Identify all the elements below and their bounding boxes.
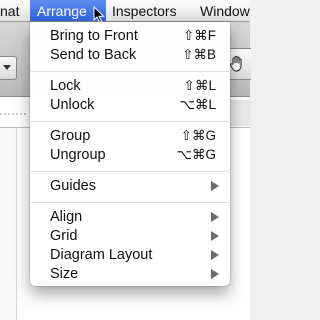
menu-item-align[interactable]: Align xyxy=(30,207,230,227)
arrange-menu: Bring to Front ⇧⌘F Send to Back ⇧⌘B Lock… xyxy=(30,22,230,286)
menu-separator xyxy=(31,202,229,203)
menu-item-shortcut: ⇧⌘G xyxy=(180,128,216,143)
menu-item-diagram-layout[interactable]: Diagram Layout xyxy=(30,245,230,265)
menu-window[interactable]: Window xyxy=(200,0,250,21)
ruler-ticks xyxy=(0,113,28,115)
menu-item-ungroup[interactable]: Ungroup ⌥⌘G xyxy=(30,145,230,165)
menu-separator xyxy=(31,71,229,72)
menu-item-label: Grid xyxy=(50,228,78,244)
submenu-arrow-icon xyxy=(211,181,219,191)
menu-item-shortcut: ⌥⌘G xyxy=(176,147,216,162)
menu-bar: nat Arrange Inspectors Window xyxy=(0,0,250,22)
menu-item-label: Diagram Layout xyxy=(50,247,153,263)
ruler-corner xyxy=(228,100,251,126)
menu-item-label: Lock xyxy=(50,78,81,94)
submenu-arrow-icon xyxy=(211,212,219,222)
menu-inspectors[interactable]: Inspectors xyxy=(112,0,177,21)
menu-item-label: Send to Back xyxy=(50,47,137,63)
toolbar-popup-button[interactable] xyxy=(0,56,17,80)
menu-item-shortcut: ⌥⌘L xyxy=(179,97,216,112)
menu-separator xyxy=(31,121,229,122)
menu-item-bring-to-front[interactable]: Bring to Front ⇧⌘F xyxy=(30,26,230,46)
menu-item-shortcut: ⇧⌘F xyxy=(182,28,216,43)
menu-item-label: Bring to Front xyxy=(50,28,138,44)
menu-format[interactable]: nat xyxy=(0,0,23,21)
arrow-cursor-icon xyxy=(93,6,105,24)
hand-icon xyxy=(230,56,242,72)
menu-item-label: Ungroup xyxy=(50,147,106,163)
menu-item-label: Size xyxy=(50,266,79,282)
menu-item-guides[interactable]: Guides xyxy=(30,176,230,196)
submenu-arrow-icon xyxy=(211,269,219,279)
vertical-ruler xyxy=(0,128,17,320)
menu-separator xyxy=(31,171,229,172)
menu-item-label: Group xyxy=(50,128,91,144)
submenu-arrow-icon xyxy=(211,231,219,241)
chevron-down-icon xyxy=(3,65,11,70)
menu-item-label: Guides xyxy=(50,178,96,194)
menu-item-grid[interactable]: Grid xyxy=(30,226,230,246)
menu-item-size[interactable]: Size xyxy=(30,264,230,284)
menu-item-send-to-back[interactable]: Send to Back ⇧⌘B xyxy=(30,45,230,65)
menu-item-unlock[interactable]: Unlock ⌥⌘L xyxy=(30,95,230,115)
menu-item-shortcut: ⇧⌘L xyxy=(183,78,216,93)
menu-item-lock[interactable]: Lock ⇧⌘L xyxy=(30,76,230,96)
menu-item-group[interactable]: Group ⇧⌘G xyxy=(30,126,230,146)
menu-item-label: Unlock xyxy=(50,97,95,113)
menu-item-shortcut: ⇧⌘B xyxy=(182,47,216,62)
submenu-arrow-icon xyxy=(211,250,219,260)
menu-item-label: Align xyxy=(50,209,83,225)
